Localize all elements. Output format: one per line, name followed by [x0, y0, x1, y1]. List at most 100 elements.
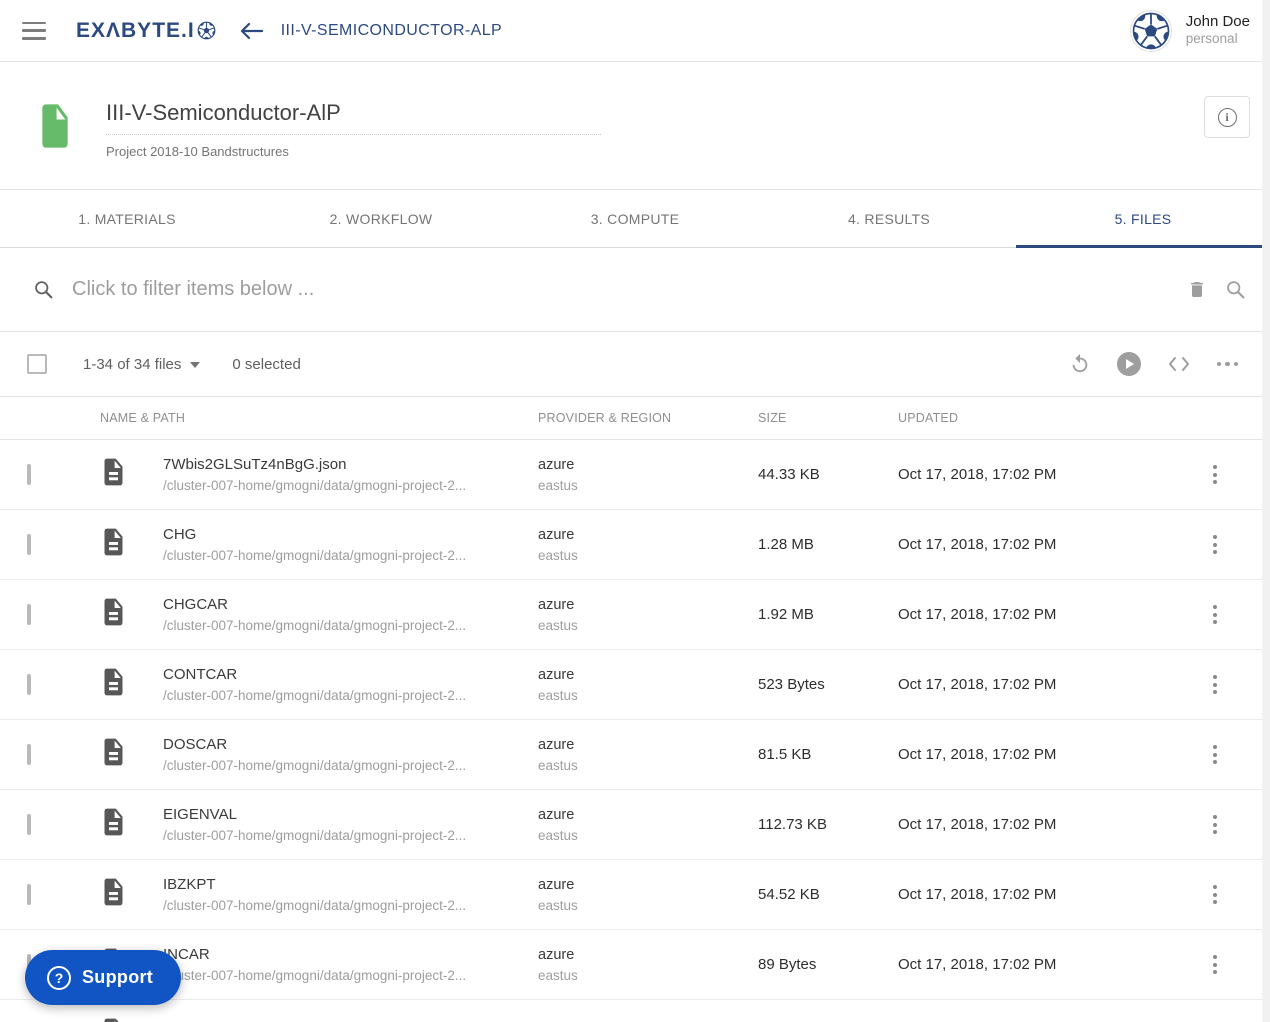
file-name[interactable]: EIGENVAL: [163, 806, 538, 823]
file-size: 89 Bytes: [758, 956, 817, 973]
filter-bar: [0, 248, 1270, 332]
breadcrumb: III-V-SEMICONDUCTOR-ALP: [280, 21, 503, 39]
top-bar: EXΛBYTE.I III-V-SEMICONDUCTOR-ALP John D…: [0, 0, 1270, 62]
avatar: [1129, 9, 1172, 52]
row-menu-button[interactable]: [1209, 671, 1221, 698]
code-icon: [1168, 357, 1189, 371]
file-icon: [104, 598, 123, 626]
logo-text: EXΛBYTE.I: [76, 18, 195, 42]
exabyte-logo[interactable]: EXΛBYTE.I: [76, 19, 216, 43]
file-path: /cluster-007-home/gmogni/data/gmogni-pro…: [163, 618, 467, 633]
file-name[interactable]: CHG: [163, 526, 538, 543]
row-checkbox[interactable]: [27, 603, 31, 625]
file-provider: azure: [538, 736, 575, 753]
file-provider: azure: [538, 946, 575, 963]
row-menu-button[interactable]: [1209, 811, 1221, 838]
tab-label: 4. RESULTS: [847, 210, 931, 227]
file-path: /cluster-007-home/gmogni/data/gmogni-pro…: [163, 548, 467, 563]
row-checkbox[interactable]: [27, 813, 31, 835]
scrollbar-track[interactable]: [1262, 0, 1270, 1022]
clear-filter-button[interactable]: [1187, 279, 1207, 300]
search-icon: [35, 281, 53, 299]
hamburger-menu-icon[interactable]: [22, 21, 46, 40]
column-updated: UPDATED: [898, 411, 959, 425]
run-button[interactable]: [1116, 352, 1141, 376]
file-provider: azure: [538, 456, 575, 473]
file-name[interactable]: CONTCAR: [163, 666, 538, 683]
table-row[interactable]: IBZKPT /cluster-007-home/gmogni/data/gmo…: [0, 860, 1270, 930]
file-size: 81.5 KB: [758, 746, 812, 763]
table-row[interactable]: INCAR /cluster-007-home/gmogni/data/gmog…: [0, 930, 1270, 1000]
file-name[interactable]: 7Wbis2GLSuTz4nBgG.json: [163, 456, 538, 473]
project-subtitle: Project 2018-10 Bandstructures: [106, 144, 289, 159]
pagination-dropdown[interactable]: 1-34 of 34 files: [83, 355, 201, 373]
file-region: eastus: [538, 967, 578, 983]
file-name[interactable]: DOSCAR: [163, 736, 538, 753]
tab[interactable]: 4. RESULTS: [762, 190, 1016, 247]
file-name[interactable]: CHGCAR: [163, 596, 538, 613]
table-row[interactable]: KPOINTS: [0, 1000, 1270, 1022]
filter-input[interactable]: [72, 278, 1169, 301]
file-path: /cluster-007-home/gmogni/data/gmogni-pro…: [163, 968, 467, 983]
project-header: III-V-Semiconductor-AlP Project 2018-10 …: [0, 62, 1270, 190]
file-region: eastus: [538, 757, 578, 773]
project-title[interactable]: III-V-Semiconductor-AlP: [106, 100, 601, 135]
table-row[interactable]: EIGENVAL /cluster-007-home/gmogni/data/g…: [0, 790, 1270, 860]
tab[interactable]: 3. COMPUTE: [508, 190, 762, 247]
file-path: /cluster-007-home/gmogni/data/gmogni-pro…: [163, 688, 467, 703]
row-checkbox[interactable]: [27, 533, 31, 555]
table-row[interactable]: DOSCAR /cluster-007-home/gmogni/data/gmo…: [0, 720, 1270, 790]
search-toggle-button[interactable]: [1225, 279, 1246, 300]
file-provider: azure: [538, 876, 575, 893]
file-size: 523 Bytes: [758, 676, 825, 693]
row-menu-button[interactable]: [1209, 881, 1221, 908]
back-arrow-button[interactable]: [238, 21, 263, 41]
tab-label: 1. MATERIALS: [78, 210, 176, 227]
row-checkbox[interactable]: [27, 883, 31, 905]
file-name[interactable]: IBZKPT: [163, 876, 538, 893]
file-count: 1-34 of 34 files: [83, 355, 182, 373]
more-horizontal-icon: [1216, 361, 1238, 367]
file-updated: Oct 17, 2018, 17:02 PM: [898, 536, 1057, 553]
table-row[interactable]: CHG /cluster-007-home/gmogni/data/gmogni…: [0, 510, 1270, 580]
user-menu[interactable]: John Doe personal: [1129, 9, 1250, 52]
row-menu-button[interactable]: [1209, 461, 1221, 488]
file-updated: Oct 17, 2018, 17:02 PM: [898, 746, 1057, 763]
tab[interactable]: 5. FILES: [1016, 190, 1270, 248]
file-icon: [104, 528, 123, 556]
refresh-button[interactable]: [1069, 353, 1091, 375]
support-button[interactable]: ? Support: [25, 950, 182, 1005]
file-region: eastus: [538, 477, 578, 493]
row-menu-button[interactable]: [1209, 531, 1221, 558]
select-all-checkbox[interactable]: [27, 354, 47, 374]
row-checkbox[interactable]: [27, 673, 31, 695]
file-name[interactable]: INCAR: [163, 946, 538, 963]
file-icon: [104, 458, 123, 486]
file-updated: Oct 17, 2018, 17:02 PM: [898, 816, 1057, 833]
tab[interactable]: 2. WORKFLOW: [254, 190, 508, 247]
file-path: /cluster-007-home/gmogni/data/gmogni-pro…: [163, 478, 467, 493]
table-header: NAME & PATH PROVIDER & REGION SIZE UPDAT…: [0, 397, 1270, 440]
table-row[interactable]: CHGCAR /cluster-007-home/gmogni/data/gmo…: [0, 580, 1270, 650]
file-region: eastus: [538, 827, 578, 843]
table-row[interactable]: CONTCAR /cluster-007-home/gmogni/data/gm…: [0, 650, 1270, 720]
code-view-button[interactable]: [1167, 356, 1191, 372]
row-menu-button[interactable]: [1209, 741, 1221, 768]
tab[interactable]: 1. MATERIALS: [0, 190, 254, 247]
support-label: Support: [82, 967, 154, 987]
logo-ball-icon: [197, 21, 216, 40]
back-arrow-icon: [240, 22, 263, 39]
more-actions-button[interactable]: [1216, 361, 1238, 367]
info-button[interactable]: i: [1204, 96, 1250, 138]
trash-icon: [1191, 282, 1203, 297]
row-checkbox[interactable]: [27, 743, 31, 765]
row-menu-button[interactable]: [1209, 601, 1221, 628]
table-row[interactable]: 7Wbis2GLSuTz4nBgG.json /cluster-007-home…: [0, 440, 1270, 510]
refresh-icon: [1072, 353, 1087, 373]
file-icon: [104, 738, 123, 766]
row-menu-button[interactable]: [1209, 951, 1221, 978]
row-checkbox[interactable]: [27, 463, 31, 485]
file-icon: [104, 808, 123, 836]
search-toggle-icon: [1227, 281, 1245, 299]
file-size: 54.52 KB: [758, 886, 820, 903]
